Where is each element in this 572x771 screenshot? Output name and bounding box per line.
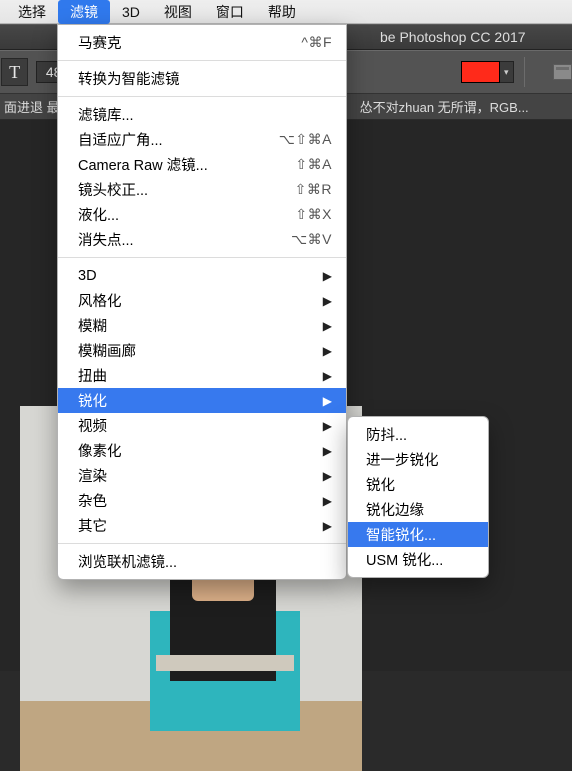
submenu-arrow-icon: ▶ [323, 344, 332, 358]
submenu-arrow-icon: ▶ [323, 369, 332, 383]
menu-item-label: 渲染 [78, 465, 323, 486]
chevron-down-icon[interactable]: ▾ [500, 61, 514, 83]
menu-item-3d[interactable]: 3D ▶ [58, 263, 346, 288]
menu-item-pixelate[interactable]: 像素化 ▶ [58, 438, 346, 463]
tool-type-icon[interactable]: T [1, 58, 28, 86]
submenu-arrow-icon: ▶ [323, 319, 332, 333]
submenu-arrow-icon: ▶ [323, 394, 332, 408]
menu-item-shortcut: ⇧⌘A [295, 156, 332, 173]
menu-item-label: 进一步锐化 [366, 449, 470, 470]
submenu-item-sharpen-more[interactable]: 进一步锐化 [348, 447, 488, 472]
panel-toggle-icon[interactable] [553, 64, 572, 80]
menu-item-label: 消失点... [78, 229, 291, 250]
menu-item-label: USM 锐化... [366, 549, 470, 570]
menu-item-liquify[interactable]: 液化... ⇧⌘X [58, 202, 346, 227]
app-name: be Photoshop CC 2017 [380, 29, 526, 45]
menu-item-browse-online-filters[interactable]: 浏览联机滤镜... [58, 549, 346, 574]
submenu-arrow-icon: ▶ [323, 294, 332, 308]
menu-item-label: 风格化 [78, 290, 323, 311]
menu-item-stylize[interactable]: 风格化 ▶ [58, 288, 346, 313]
menu-item-label: 马赛克 [78, 32, 301, 53]
color-swatch[interactable] [461, 61, 500, 83]
menu-item-shortcut: ⇧⌘R [295, 181, 332, 198]
menu-item-other[interactable]: 其它 ▶ [58, 513, 346, 538]
submenu-item-sharpen[interactable]: 锐化 [348, 472, 488, 497]
menu-item-filter-gallery[interactable]: 滤镜库... [58, 102, 346, 127]
menu-item-label: 模糊 [78, 315, 323, 336]
menu-help[interactable]: 帮助 [256, 0, 308, 24]
submenu-arrow-icon: ▶ [323, 444, 332, 458]
submenu-item-sharpen-edges[interactable]: 锐化边缘 [348, 497, 488, 522]
menu-item-shortcut: ⌥⇧⌘A [279, 131, 332, 148]
menu-item-label: 智能锐化... [366, 524, 470, 545]
submenu-arrow-icon: ▶ [323, 494, 332, 508]
submenu-arrow-icon: ▶ [323, 469, 332, 483]
filter-menu: 马赛克 ^⌘F 转换为智能滤镜 滤镜库... 自适应广角... ⌥⇧⌘A Cam… [57, 24, 347, 580]
menubar: 选择 滤镜 3D 视图 窗口 帮助 [0, 0, 572, 24]
submenu-item-unsharp-mask[interactable]: USM 锐化... [348, 547, 488, 572]
menu-item-adaptive-wide-angle[interactable]: 自适应广角... ⌥⇧⌘A [58, 127, 346, 152]
menu-item-lens-correction[interactable]: 镜头校正... ⇧⌘R [58, 177, 346, 202]
menu-item-label: 滤镜库... [78, 104, 332, 125]
menu-item-label: 像素化 [78, 440, 323, 461]
menu-window[interactable]: 窗口 [204, 0, 256, 24]
menu-item-label: 液化... [78, 204, 295, 225]
menu-view[interactable]: 视图 [152, 0, 204, 24]
menu-item-blur[interactable]: 模糊 ▶ [58, 313, 346, 338]
menu-item-label: Camera Raw 滤镜... [78, 154, 295, 175]
menu-3d[interactable]: 3D [110, 2, 152, 22]
menu-item-distort[interactable]: 扭曲 ▶ [58, 363, 346, 388]
menu-item-label: 扭曲 [78, 365, 323, 386]
sharpen-submenu: 防抖... 进一步锐化 锐化 锐化边缘 智能锐化... USM 锐化... [347, 416, 489, 578]
doc-controls-text: 面进退 最 [4, 97, 60, 116]
menu-item-video[interactable]: 视频 ▶ [58, 413, 346, 438]
menu-item-noise[interactable]: 杂色 ▶ [58, 488, 346, 513]
menu-item-label: 模糊画廊 [78, 340, 323, 361]
menu-item-vanishing-point[interactable]: 消失点... ⌥⌘V [58, 227, 346, 252]
menu-item-sharpen[interactable]: 锐化 ▶ [58, 388, 346, 413]
menu-item-shortcut: ⇧⌘X [295, 206, 332, 223]
menu-item-label: 镜头校正... [78, 179, 295, 200]
menu-item-label: 锐化 [366, 474, 470, 495]
menu-item-convert-smart-filter[interactable]: 转换为智能滤镜 [58, 66, 346, 91]
menu-item-last-filter[interactable]: 马赛克 ^⌘F [58, 30, 346, 55]
menu-item-render[interactable]: 渲染 ▶ [58, 463, 346, 488]
menu-item-label: 锐化 [78, 390, 323, 411]
menu-item-blur-gallery[interactable]: 模糊画廊 ▶ [58, 338, 346, 363]
menu-item-label: 防抖... [366, 424, 470, 445]
menu-select[interactable]: 选择 [6, 0, 58, 24]
document-tab[interactable]: 怂不对zhuan 无所谓，RGB... [360, 97, 529, 116]
menu-item-shortcut: ⌥⌘V [291, 231, 332, 248]
menu-item-label: 其它 [78, 515, 323, 536]
menu-item-label: 视频 [78, 415, 323, 436]
menu-filter[interactable]: 滤镜 [58, 0, 110, 24]
menu-item-label: 转换为智能滤镜 [78, 68, 332, 89]
menu-item-label: 浏览联机滤镜... [78, 551, 332, 572]
menu-item-label: 杂色 [78, 490, 323, 511]
submenu-arrow-icon: ▶ [323, 419, 332, 433]
submenu-arrow-icon: ▶ [323, 269, 332, 283]
menu-item-shortcut: ^⌘F [301, 34, 332, 51]
menu-item-camera-raw[interactable]: Camera Raw 滤镜... ⇧⌘A [58, 152, 346, 177]
submenu-item-shake-reduction[interactable]: 防抖... [348, 422, 488, 447]
submenu-arrow-icon: ▶ [323, 519, 332, 533]
menu-item-label: 3D [78, 268, 323, 284]
submenu-item-smart-sharpen[interactable]: 智能锐化... [348, 522, 488, 547]
menu-item-label: 锐化边缘 [366, 499, 470, 520]
menu-item-label: 自适应广角... [78, 129, 279, 150]
